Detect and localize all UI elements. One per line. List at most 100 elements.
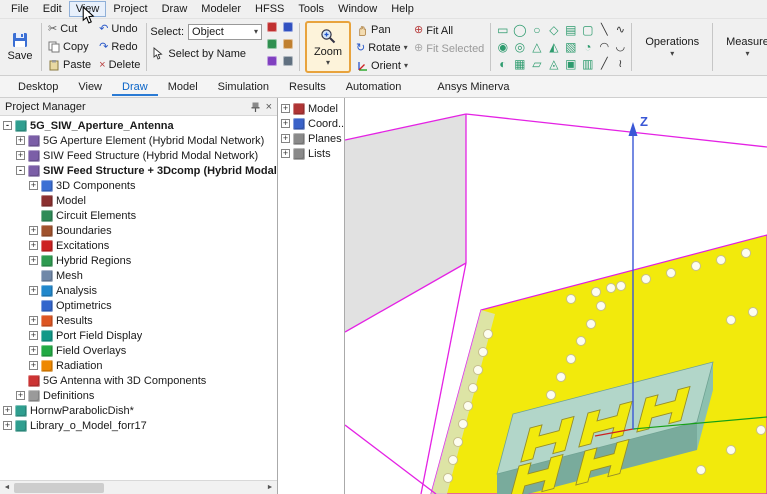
select-by-name-button[interactable]: Select by Name xyxy=(150,45,262,62)
draw-torus-icon[interactable]: ◎ xyxy=(515,39,525,56)
tree-item[interactable]: Circuit Elements xyxy=(0,208,277,223)
pin-icon[interactable] xyxy=(250,101,261,113)
scroll-left-icon[interactable]: ◄ xyxy=(0,484,14,491)
paste-button[interactable]: Paste xyxy=(45,57,94,74)
expander-icon[interactable]: + xyxy=(16,136,25,145)
draw-cone-icon[interactable]: △ xyxy=(532,39,541,56)
ribbon-tab[interactable]: Automation xyxy=(336,78,412,96)
tree-item[interactable]: + Radiation xyxy=(0,358,277,373)
draw-spiral-icon[interactable]: ◐ xyxy=(499,56,506,73)
ribbon-tab[interactable]: Desktop xyxy=(8,78,68,96)
undo-button[interactable]: ↶Undo xyxy=(96,21,143,38)
ribbon-tab[interactable]: Simulation xyxy=(208,78,279,96)
scroll-right-icon[interactable]: ► xyxy=(263,484,277,491)
ribbon-tab[interactable]: Ansys Minerva xyxy=(427,78,519,96)
orient-button[interactable]: Orient ▾ xyxy=(353,57,411,74)
tree-item[interactable]: + SIW Feed Structure (Hybrid Modal Netwo… xyxy=(0,148,277,163)
scrollbar-thumb[interactable] xyxy=(14,483,104,493)
expander-icon[interactable]: + xyxy=(281,149,290,158)
draw-sweep-icon[interactable]: ▱ xyxy=(532,56,541,73)
menu-item[interactable]: Window xyxy=(331,1,384,17)
tree-item[interactable]: + Excitations xyxy=(0,238,277,253)
menu-item[interactable]: Project xyxy=(106,1,154,17)
delete-button[interactable]: ×Delete xyxy=(96,57,143,74)
menu-item[interactable]: View xyxy=(69,1,107,17)
save-button[interactable]: Save xyxy=(2,20,38,74)
model-tree-item[interactable]: + Model xyxy=(278,101,344,116)
copy-button[interactable]: Copy xyxy=(45,39,94,56)
model-tree-item[interactable]: + Lists xyxy=(278,146,344,161)
select-vertex-icon[interactable] xyxy=(283,39,293,49)
expander-icon[interactable]: + xyxy=(29,241,38,250)
expander-icon[interactable]: + xyxy=(281,104,290,113)
tree-item[interactable]: + 3D Components xyxy=(0,178,277,193)
tree-item[interactable]: + Results xyxy=(0,313,277,328)
expander-icon[interactable]: + xyxy=(29,316,38,325)
expander-icon[interactable]: + xyxy=(16,391,25,400)
measure-button[interactable]: Measure ▾ xyxy=(716,20,767,74)
draw-prism-icon[interactable]: ▧ xyxy=(565,39,576,56)
draw-cylinder-icon[interactable]: ▢ xyxy=(582,22,593,39)
cut-button[interactable]: ✂Cut xyxy=(45,21,94,38)
fit-all-button[interactable]: ⊕ Fit All xyxy=(411,22,487,39)
pan-button[interactable]: Pan xyxy=(353,22,411,39)
expander-icon[interactable]: + xyxy=(3,421,12,430)
model-tree-item[interactable]: + Planes xyxy=(278,131,344,146)
model-tree-item[interactable]: + Coord... xyxy=(278,116,344,131)
draw-polyhedron-icon[interactable]: ▦ xyxy=(514,56,525,73)
expander-icon[interactable]: - xyxy=(16,166,25,175)
expander-icon[interactable]: + xyxy=(29,181,38,190)
expander-icon[interactable]: + xyxy=(29,346,38,355)
menu-item[interactable]: Help xyxy=(384,1,421,17)
draw-rectangle-icon[interactable]: ▭ xyxy=(497,22,508,39)
menu-item[interactable]: Draw xyxy=(155,1,195,17)
close-icon[interactable]: × xyxy=(266,101,272,113)
menu-item[interactable]: Tools xyxy=(291,1,331,17)
redo-button[interactable]: ↷Redo xyxy=(96,39,143,56)
polyline-icon[interactable]: ╱ xyxy=(601,56,608,73)
draw-sphere-icon[interactable]: ◉ xyxy=(498,39,508,56)
ribbon-tab[interactable]: Model xyxy=(158,78,208,96)
scrollbar-track[interactable] xyxy=(14,481,263,494)
modeler-3d-canvas[interactable]: Z xyxy=(345,98,767,494)
tree-item[interactable]: + Field Overlays xyxy=(0,343,277,358)
tree-item[interactable]: - SIW Feed Structure + 3Dcomp (Hybrid Mo… xyxy=(0,163,277,178)
draw-circle-icon[interactable]: ○ xyxy=(533,22,540,39)
menu-item[interactable]: Modeler xyxy=(194,1,248,17)
fit-selected-button[interactable]: ⊕ Fit Selected xyxy=(411,40,487,57)
draw-helix-icon[interactable]: ◔ xyxy=(584,39,591,56)
arc-3point-icon[interactable]: ◡ xyxy=(616,39,626,56)
menu-item[interactable]: HFSS xyxy=(248,1,291,17)
draw-box-icon[interactable]: ▤ xyxy=(565,22,576,39)
select-face-icon[interactable] xyxy=(283,22,293,32)
zoom-button[interactable]: Zoom ▾ xyxy=(305,21,351,73)
ribbon-tab[interactable]: View xyxy=(68,78,112,96)
horizontal-scrollbar[interactable]: ◄ ► xyxy=(0,480,277,494)
spline-icon[interactable]: ∿ xyxy=(616,22,625,39)
tree-item[interactable]: Model xyxy=(0,193,277,208)
expander-icon[interactable]: + xyxy=(29,226,38,235)
select-object-icon[interactable] xyxy=(267,22,277,32)
expander-icon[interactable]: - xyxy=(3,121,12,130)
line-segment-icon[interactable]: ╲ xyxy=(601,22,608,39)
arc-center-icon[interactable]: ◠ xyxy=(600,39,610,56)
ribbon-tab[interactable]: Results xyxy=(279,78,336,96)
tree-item[interactable]: + Port Field Display xyxy=(0,328,277,343)
equation-curve-icon[interactable]: ≀ xyxy=(618,56,622,73)
ribbon-tab[interactable]: Draw xyxy=(112,78,158,96)
select-mode-dropdown[interactable]: Object ▾ xyxy=(188,24,262,40)
select-multi-icon[interactable] xyxy=(267,56,277,66)
expander-icon[interactable]: + xyxy=(29,286,38,295)
tree-item[interactable]: + Analysis xyxy=(0,283,277,298)
expander-icon[interactable]: + xyxy=(29,256,38,265)
expander-icon[interactable]: + xyxy=(16,151,25,160)
operations-button[interactable]: Operations ▾ xyxy=(635,20,709,74)
tree-item[interactable]: + HornwParabolicDish* xyxy=(0,403,277,418)
tree-item[interactable]: 5G Antenna with 3D Components xyxy=(0,373,277,388)
draw-ellipse-icon[interactable]: ◯ xyxy=(513,22,526,39)
draw-point-icon[interactable]: ▣ xyxy=(565,56,576,73)
menu-item[interactable]: File xyxy=(4,1,36,17)
rotate-button[interactable]: ↻ Rotate ▾ xyxy=(353,40,411,57)
draw-pyramid-icon[interactable]: ◭ xyxy=(549,39,558,56)
menu-item[interactable]: Edit xyxy=(36,1,69,17)
